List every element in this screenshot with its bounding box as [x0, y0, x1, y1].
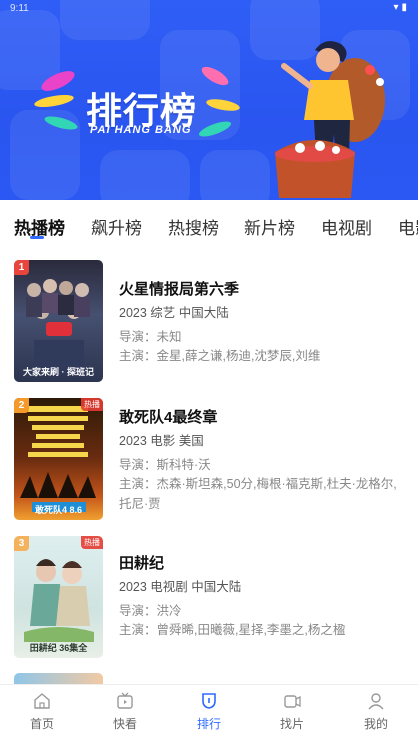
banner-subtitle: PAI HANG BANG [90, 124, 192, 136]
next-poster-peek[interactable] [14, 673, 103, 684]
status-time: 9:11 [10, 3, 29, 14]
item-cast: 主演：金星,薛之谦,杨迪,沈梦辰,刘维 [119, 349, 321, 363]
item-director: 导演：洪冷 [119, 604, 182, 618]
nav-quick-watch[interactable]: 快看 [95, 691, 155, 732]
tab-tv-series[interactable]: 电视剧 [321, 214, 372, 239]
bottom-nav: 首页 快看 排行 找片 我的 [0, 684, 418, 744]
item-meta: 2023 综艺 中国大陆 [119, 306, 229, 320]
item-meta: 2023 电影 美国 [119, 434, 204, 448]
nav-ranking-label: 排行 [196, 717, 221, 731]
list-item[interactable]: 2 热播 敢死队4 8.6 敢死队4最终章 2023 电影 美国 导演：斯科特·… [0, 396, 418, 534]
poster-image[interactable]: 1 大家来刷 · 探班记 [14, 260, 103, 382]
poster-caption: 敢死队4 8.6 [34, 505, 83, 515]
nav-home[interactable]: 首页 [12, 691, 72, 732]
nav-profile-label: 我的 [363, 717, 388, 731]
rank-badge: 2 [14, 398, 29, 413]
item-director: 导演：未知 [119, 330, 182, 344]
rank-badge: 1 [14, 260, 29, 275]
status-icons: ▾▮ [393, 2, 410, 13]
tv-icon [117, 692, 133, 709]
item-meta: 2023 电视剧 中国大陆 [119, 580, 242, 594]
list-item[interactable]: 3 热播 田耕纪 36集全 田耕纪 2023 电视剧 中国大陆 导演：洪冷 主演… [0, 534, 418, 672]
active-tab-indicator [30, 236, 44, 239]
item-title[interactable]: 敢死队4最终章 [119, 406, 217, 427]
nav-ranking[interactable]: 排行 [179, 691, 239, 732]
item-cast: 主演：杰森·斯坦森,50分,梅根·福克斯,杜夫·龙格尔,托尼·贾 [119, 477, 397, 511]
rank-badge: 3 [14, 536, 29, 551]
banner-illustration [275, 41, 385, 198]
film-icon [284, 695, 301, 708]
tab-hot-search[interactable]: 热搜榜 [168, 214, 219, 239]
ranking-banner: 9:11 ▾▮ 排行榜 PAI HANG BANG [0, 0, 418, 200]
item-title[interactable]: 火星情报局第六季 [119, 278, 239, 299]
item-cast: 主演：曾舜晞,田曦薇,星择,李墨之,杨之楹 [119, 623, 346, 637]
list-item[interactable]: 1 大家来刷 · 探班记 火星情报局第六季 2023 综艺 中国大陆 导演：未知… [0, 258, 418, 396]
hot-badge: 热播 [81, 398, 103, 411]
item-title[interactable]: 田耕纪 [119, 552, 164, 573]
nav-profile[interactable]: 我的 [346, 691, 406, 732]
ranking-tabs: 热播榜 飙升榜 热搜榜 新片榜 电视剧 电影 [0, 200, 418, 248]
poster-image[interactable]: 2 热播 敢死队4 8.6 [14, 398, 103, 520]
user-icon [368, 693, 384, 710]
tab-movie[interactable]: 电影 [398, 214, 418, 239]
poster-caption: 田耕纪 36集全 [29, 643, 88, 653]
tab-new[interactable]: 新片榜 [244, 214, 295, 239]
nav-find-film-label: 找片 [279, 717, 304, 731]
ranking-icon [202, 693, 216, 709]
item-director: 导演：斯科特·沃 [119, 458, 211, 472]
hot-badge: 热播 [81, 536, 103, 549]
nav-quick-watch-label: 快看 [112, 717, 137, 731]
tab-rising[interactable]: 飙升榜 [91, 214, 142, 239]
poster-caption: 大家来刷 · 探班记 [23, 367, 94, 377]
nav-home-label: 首页 [29, 717, 54, 731]
home-icon [34, 693, 50, 709]
nav-find-film[interactable]: 找片 [262, 691, 322, 732]
poster-image[interactable]: 3 热播 田耕纪 36集全 [14, 536, 103, 658]
